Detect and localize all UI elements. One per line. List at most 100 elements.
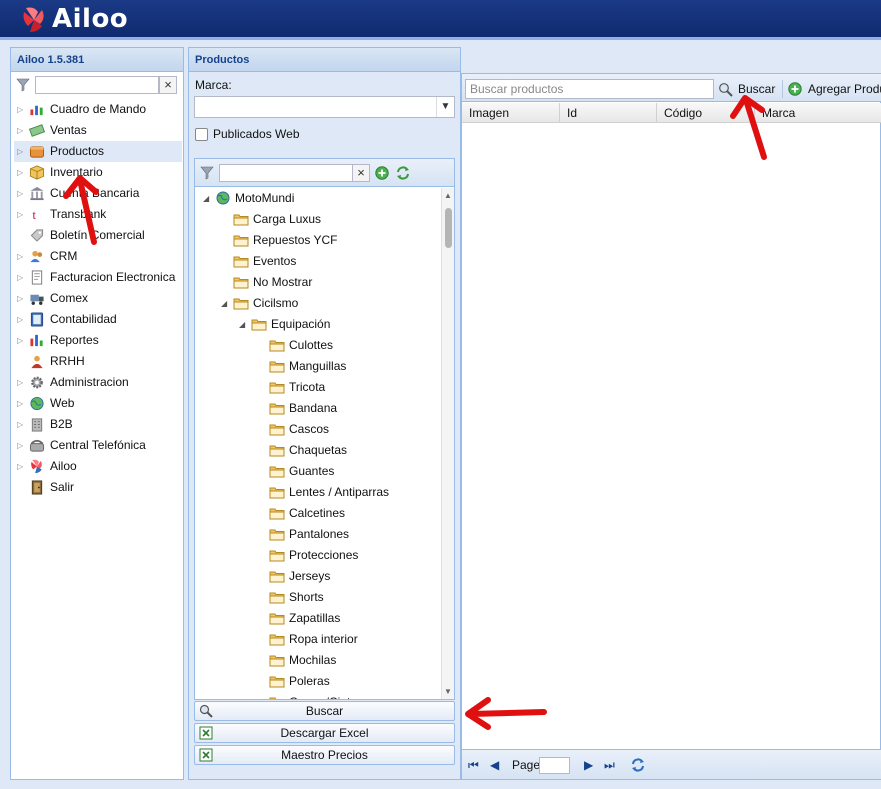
expand-icon[interactable]: ▷	[17, 204, 23, 225]
folder-icon	[269, 550, 285, 562]
sidebar-item[interactable]: ▷ Central Telefónica	[14, 435, 182, 456]
first-page-icon[interactable]: ⏮	[468, 758, 479, 773]
expand-icon[interactable]: ▷	[17, 456, 23, 477]
tree-node[interactable]: Protecciones	[195, 545, 441, 566]
collapse-icon[interactable]: ◢	[239, 314, 245, 335]
tree-node[interactable]: Mochilas	[195, 650, 441, 671]
page-number-input[interactable]	[539, 757, 570, 774]
tree-node[interactable]: Chaquetas	[195, 440, 441, 461]
sidebar-item[interactable]: ▷ t Transbank	[14, 204, 182, 225]
clear-filter-button[interactable]: ×	[159, 76, 177, 94]
add-category-icon[interactable]	[375, 166, 389, 180]
sidebar-item[interactable]: ▷ Reportes	[14, 330, 182, 351]
buscar-button[interactable]: Buscar	[194, 701, 455, 721]
tree-node[interactable]: Guantes	[195, 461, 441, 482]
sidebar-item[interactable]: ▷ CRM	[14, 246, 182, 267]
folder-icon	[269, 571, 285, 583]
collapse-icon[interactable]: ◢	[203, 188, 209, 209]
sidebar-item[interactable]: Boletín Comercial	[14, 225, 182, 246]
tree-node[interactable]: Shorts	[195, 587, 441, 608]
sidebar-item[interactable]: ▷ B2B	[14, 414, 182, 435]
tree-node[interactable]: Carga Luxus	[195, 209, 441, 230]
menu-filter-input[interactable]	[35, 76, 159, 94]
sidebar-item[interactable]: ▷ Administracion	[14, 372, 182, 393]
expand-icon[interactable]: ▷	[17, 414, 23, 435]
scroll-up-icon[interactable]: ▲	[444, 191, 452, 200]
marca-select[interactable]: ▼	[194, 96, 455, 118]
tree-node-label: Poleras	[289, 674, 330, 688]
tree-scrollbar[interactable]: ▲ ▼	[441, 188, 454, 699]
expand-icon[interactable]: ▷	[17, 309, 23, 330]
prev-page-icon[interactable]: ◀	[490, 758, 499, 772]
chevron-down-icon[interactable]: ▼	[436, 97, 454, 117]
bank-icon	[30, 186, 44, 201]
last-page-icon[interactable]: ⏭	[604, 758, 615, 773]
tree-node[interactable]: Jerseys	[195, 566, 441, 587]
sidebar-item[interactable]: ▷ Cuenta Bancaria	[14, 183, 182, 204]
expand-icon[interactable]: ▷	[17, 99, 23, 120]
expand-icon[interactable]: ▷	[17, 372, 23, 393]
tree-node[interactable]: Lentes / Antiparras	[195, 482, 441, 503]
expand-icon[interactable]: ▷	[17, 330, 23, 351]
expand-icon[interactable]: ▷	[17, 162, 23, 183]
sidebar-item[interactable]: ▷ Web	[14, 393, 182, 414]
tree-node[interactable]: Cascos	[195, 419, 441, 440]
expand-icon[interactable]: ▷	[17, 183, 23, 204]
tree-node[interactable]: Bandana	[195, 398, 441, 419]
expand-icon[interactable]: ▷	[17, 288, 23, 309]
brand-name: Ailoo	[52, 4, 129, 34]
sidebar-item[interactable]: ▷ Inventario	[14, 162, 182, 183]
sidebar-item[interactable]: ▷ Facturacion Electronica	[14, 267, 182, 288]
refresh-icon[interactable]	[395, 165, 411, 181]
tree-filter-input[interactable]	[219, 164, 353, 182]
sidebar-item[interactable]: ▷ Ventas	[14, 120, 182, 141]
tree-node[interactable]: Zapatillas	[195, 608, 441, 629]
sidebar-item[interactable]: RRHH	[14, 351, 182, 372]
tree-node[interactable]: Pantalones	[195, 524, 441, 545]
scroll-thumb[interactable]	[445, 208, 452, 248]
tree-node[interactable]: ◢ Equipación	[195, 314, 441, 335]
maestro-precios-button[interactable]: Maestro Precios	[194, 745, 455, 765]
sidebar-item[interactable]: Salir	[14, 477, 182, 498]
folder-icon	[269, 403, 285, 415]
column-header-imagen[interactable]: Imagen	[462, 103, 560, 123]
column-header-codigo[interactable]: Código	[657, 103, 755, 123]
svg-text:t: t	[32, 207, 36, 222]
sidebar-item[interactable]: ▷ Productos	[14, 141, 182, 162]
tree-node[interactable]: Repuestos YCF	[195, 230, 441, 251]
descargar-excel-button[interactable]: Descargar Excel	[194, 723, 455, 743]
clear-tree-filter-button[interactable]: ×	[352, 164, 370, 182]
sidebar-item[interactable]: ▷ Cuadro de Mando	[14, 99, 182, 120]
sidebar-item[interactable]: ▷ Ailoo	[14, 456, 182, 477]
expand-icon[interactable]: ▷	[17, 141, 23, 162]
tree-node[interactable]: Calcetines	[195, 503, 441, 524]
expand-icon[interactable]: ▷	[17, 435, 23, 456]
column-header-marca[interactable]: Marca	[755, 103, 881, 123]
folder-icon	[269, 340, 285, 352]
tree-node[interactable]: Poleras	[195, 671, 441, 692]
sidebar-item[interactable]: ▷ Contabilidad	[14, 309, 182, 330]
expand-icon[interactable]: ▷	[17, 246, 23, 267]
scroll-down-icon[interactable]: ▼	[444, 687, 452, 696]
tree-node[interactable]: ◢ MotoMundi	[195, 188, 441, 209]
tree-node[interactable]: Gorras/Cintas	[195, 692, 441, 699]
add-product-button[interactable]: Agregar Producto	[788, 79, 881, 99]
tree-node[interactable]: Manguillas	[195, 356, 441, 377]
product-search-input[interactable]	[465, 79, 714, 99]
collapse-icon[interactable]: ◢	[221, 293, 227, 314]
expand-icon[interactable]: ▷	[17, 393, 23, 414]
column-header-id[interactable]: Id	[560, 103, 657, 123]
search-button[interactable]: Buscar	[718, 79, 775, 99]
expand-icon[interactable]: ▷	[17, 120, 23, 141]
tree-node[interactable]: Tricota	[195, 377, 441, 398]
tree-node[interactable]: Ropa interior	[195, 629, 441, 650]
tree-node[interactable]: ◢ Cicilsmo	[195, 293, 441, 314]
refresh-icon[interactable]	[630, 757, 646, 773]
tree-node[interactable]: Eventos	[195, 251, 441, 272]
sidebar-item[interactable]: ▷ Comex	[14, 288, 182, 309]
publicados-web-checkbox[interactable]	[195, 128, 208, 141]
tree-node[interactable]: No Mostrar	[195, 272, 441, 293]
tree-node[interactable]: Culottes	[195, 335, 441, 356]
next-page-icon[interactable]: ▶	[584, 758, 593, 772]
expand-icon[interactable]: ▷	[17, 267, 23, 288]
